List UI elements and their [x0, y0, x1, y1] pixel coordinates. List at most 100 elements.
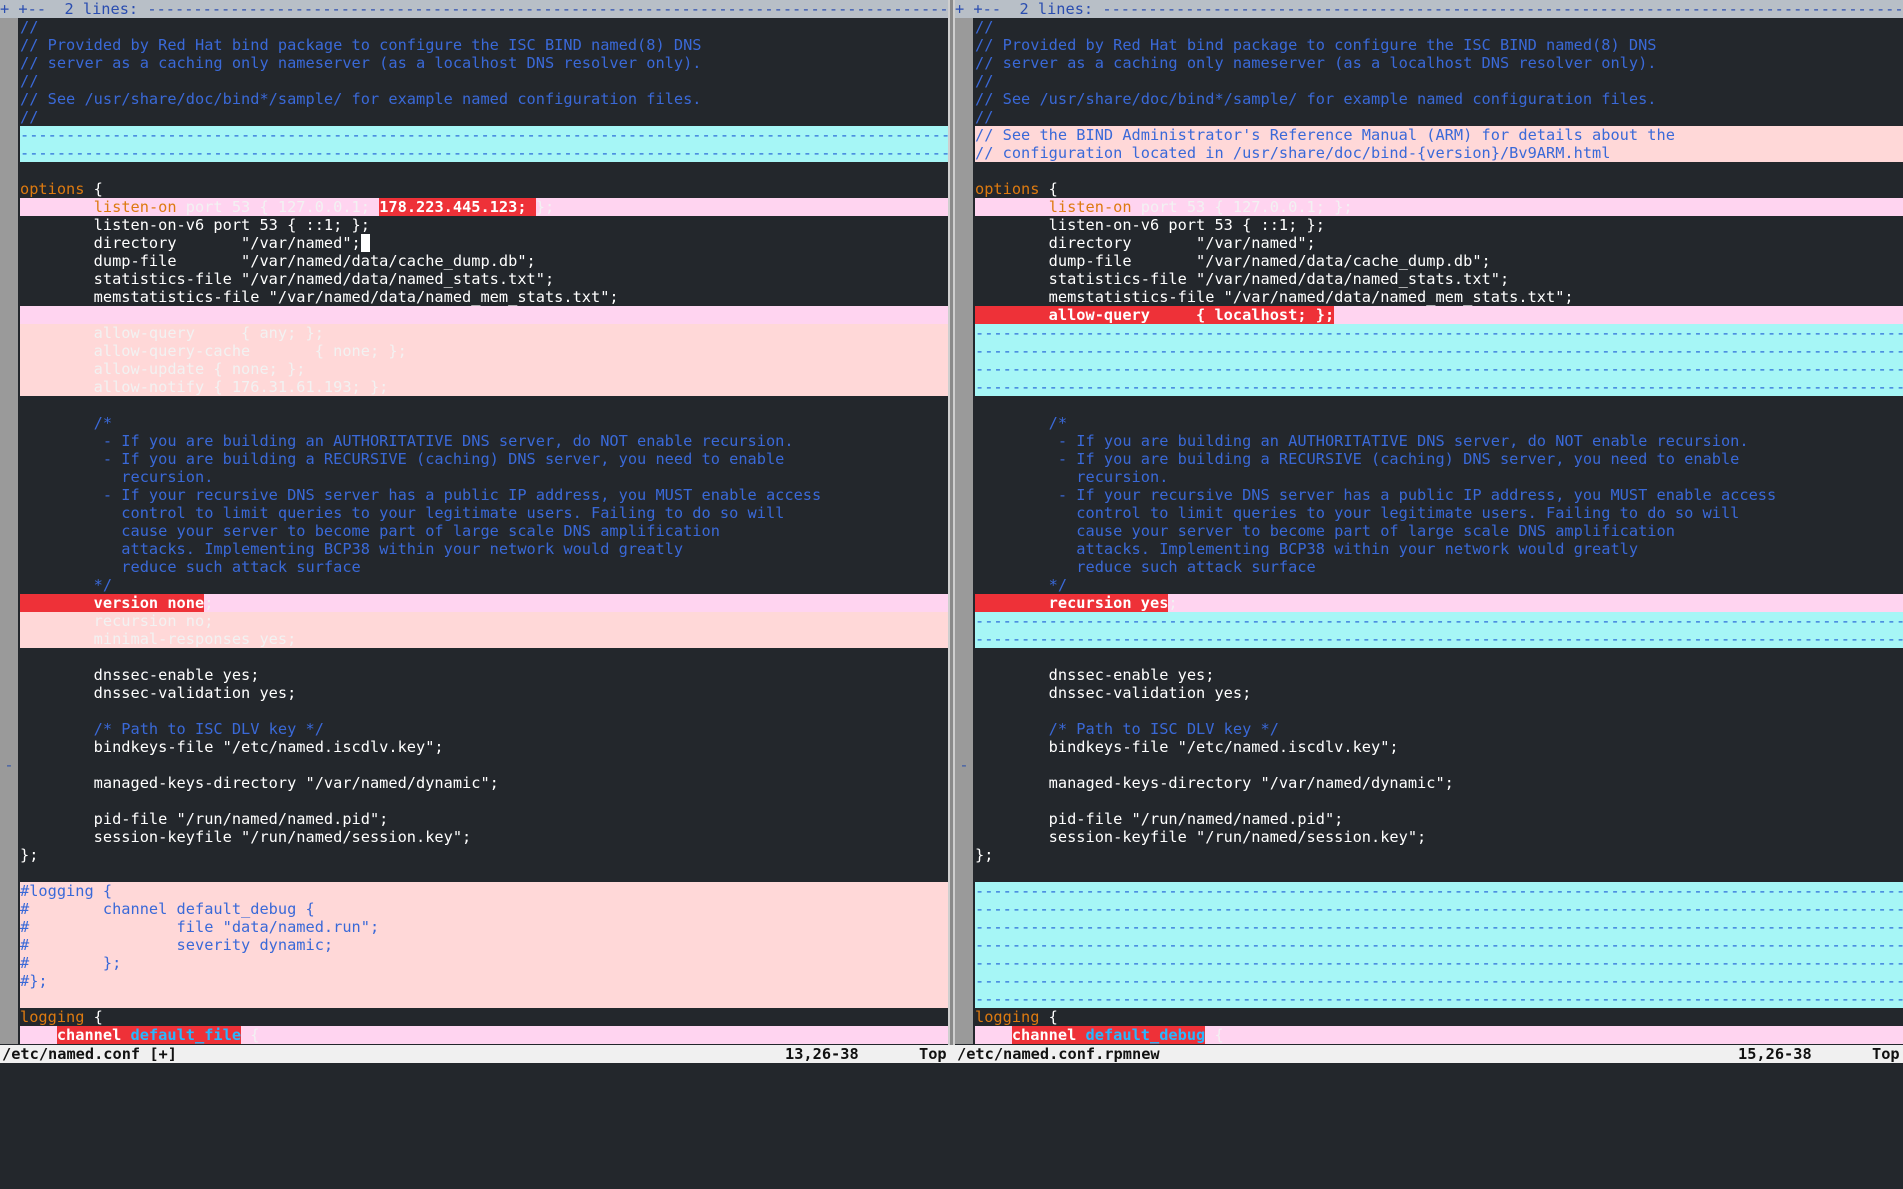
right-line[interactable]: cause your server to become part of larg… — [955, 522, 1903, 540]
right-line[interactable]: ----------------------------------------… — [955, 990, 1903, 1008]
right-line[interactable]: // — [955, 108, 1903, 126]
right-line[interactable]: reduce such attack surface — [955, 558, 1903, 576]
right-line[interactable]: ----------------------------------------… — [955, 882, 1903, 900]
right-line[interactable]: - If you are building an AUTHORITATIVE D… — [955, 432, 1903, 450]
right-line[interactable]: // configuration located in /usr/share/d… — [955, 144, 1903, 162]
right-line[interactable]: ----------------------------------------… — [955, 342, 1903, 360]
left-line[interactable]: dump-file "/var/named/data/cache_dump.db… — [0, 252, 948, 270]
left-line[interactable]: minimal-responses yes; — [0, 630, 948, 648]
left-line[interactable]: - If you are building a RECURSIVE (cachi… — [0, 450, 948, 468]
left-line[interactable]: // — [0, 72, 948, 90]
left-line[interactable] — [0, 648, 948, 666]
right-line[interactable]: ----------------------------------------… — [955, 360, 1903, 378]
left-line[interactable]: allow-query { any; }; — [0, 324, 948, 342]
left-line[interactable]: + +-- 2 lines: -------------------------… — [0, 0, 948, 18]
left-line[interactable] — [0, 162, 948, 180]
left-line[interactable]: /* — [0, 414, 948, 432]
right-line[interactable]: - — [955, 756, 1903, 774]
right-line[interactable]: dnssec-enable yes; — [955, 666, 1903, 684]
right-line[interactable] — [955, 396, 1903, 414]
right-line[interactable]: dnssec-validation yes; — [955, 684, 1903, 702]
left-line[interactable]: dnssec-validation yes; — [0, 684, 948, 702]
right-line[interactable]: - If your recursive DNS server has a pub… — [955, 486, 1903, 504]
left-line[interactable]: session-keyfile "/run/named/session.key"… — [0, 828, 948, 846]
left-line[interactable] — [0, 864, 948, 882]
left-line[interactable]: memstatistics-file "/var/named/data/name… — [0, 288, 948, 306]
left-line[interactable]: channel default_file { — [0, 1026, 948, 1044]
right-line[interactable] — [955, 792, 1903, 810]
right-line[interactable]: /* — [955, 414, 1903, 432]
left-line[interactable]: control to limit queries to your legitim… — [0, 504, 948, 522]
left-line[interactable] — [0, 306, 948, 324]
right-line[interactable]: ----------------------------------------… — [955, 630, 1903, 648]
left-line[interactable]: // Provided by Red Hat bind package to c… — [0, 36, 948, 54]
right-line[interactable] — [955, 648, 1903, 666]
right-line[interactable]: ----------------------------------------… — [955, 900, 1903, 918]
left-line[interactable]: #logging { — [0, 882, 948, 900]
right-line[interactable] — [955, 702, 1903, 720]
right-line[interactable]: dump-file "/var/named/data/cache_dump.db… — [955, 252, 1903, 270]
right-line[interactable]: listen-on port 53 { 127.0.0.1; }; — [955, 198, 1903, 216]
right-line[interactable]: control to limit queries to your legitim… — [955, 504, 1903, 522]
left-line[interactable]: - If your recursive DNS server has a pub… — [0, 486, 948, 504]
left-line[interactable]: allow-update { none; }; — [0, 360, 948, 378]
left-line[interactable]: }; — [0, 846, 948, 864]
right-line[interactable]: channel default_debug { — [955, 1026, 1903, 1044]
left-line[interactable]: - If you are building an AUTHORITATIVE D… — [0, 432, 948, 450]
left-line[interactable] — [0, 792, 948, 810]
left-line[interactable]: ----------------------------------------… — [0, 126, 948, 144]
right-line[interactable]: bindkeys-file "/etc/named.iscdlv.key"; — [955, 738, 1903, 756]
right-line[interactable]: directory "/var/named"; — [955, 234, 1903, 252]
left-line[interactable]: listen-on-v6 port 53 { ::1; }; — [0, 216, 948, 234]
vertical-split-divider[interactable] — [948, 0, 955, 1045]
right-line[interactable]: // server as a caching only nameserver (… — [955, 54, 1903, 72]
left-line[interactable]: managed-keys-directory "/var/named/dynam… — [0, 774, 948, 792]
left-line[interactable]: ----------------------------------------… — [0, 144, 948, 162]
right-line[interactable]: recursion yes; — [955, 594, 1903, 612]
left-line[interactable]: #}; — [0, 972, 948, 990]
right-diff-pane[interactable]: + +-- 2 lines: -------------------------… — [955, 0, 1903, 1045]
right-line[interactable]: statistics-file "/var/named/data/named_s… — [955, 270, 1903, 288]
right-line[interactable]: - If you are building a RECURSIVE (cachi… — [955, 450, 1903, 468]
left-line[interactable]: recursion. — [0, 468, 948, 486]
right-line[interactable]: // — [955, 18, 1903, 36]
right-line[interactable]: pid-file "/run/named/named.pid"; — [955, 810, 1903, 828]
left-line[interactable]: reduce such attack surface — [0, 558, 948, 576]
left-line[interactable]: bindkeys-file "/etc/named.iscdlv.key"; — [0, 738, 948, 756]
right-line[interactable] — [955, 162, 1903, 180]
right-line[interactable]: */ — [955, 576, 1903, 594]
left-line[interactable] — [0, 702, 948, 720]
left-line[interactable]: recursion no; — [0, 612, 948, 630]
right-line[interactable]: listen-on-v6 port 53 { ::1; }; — [955, 216, 1903, 234]
left-line[interactable]: cause your server to become part of larg… — [0, 522, 948, 540]
right-line[interactable]: + +-- 2 lines: -------------------------… — [955, 0, 1903, 18]
left-line[interactable]: - — [0, 756, 948, 774]
right-line[interactable]: // See /usr/share/doc/bind*/sample/ for … — [955, 90, 1903, 108]
left-line[interactable] — [0, 990, 948, 1008]
left-line[interactable]: # file "data/named.run"; — [0, 918, 948, 936]
right-line[interactable]: ----------------------------------------… — [955, 954, 1903, 972]
right-line[interactable]: attacks. Implementing BCP38 within your … — [955, 540, 1903, 558]
right-line[interactable]: ----------------------------------------… — [955, 612, 1903, 630]
left-line[interactable]: attacks. Implementing BCP38 within your … — [0, 540, 948, 558]
right-line[interactable]: ----------------------------------------… — [955, 918, 1903, 936]
left-line[interactable]: // server as a caching only nameserver (… — [0, 54, 948, 72]
left-line[interactable]: dnssec-enable yes; — [0, 666, 948, 684]
left-line[interactable]: # severity dynamic; — [0, 936, 948, 954]
right-line[interactable]: ----------------------------------------… — [955, 972, 1903, 990]
right-line[interactable]: managed-keys-directory "/var/named/dynam… — [955, 774, 1903, 792]
left-line[interactable]: /* Path to ISC DLV key */ — [0, 720, 948, 738]
right-line[interactable]: memstatistics-file "/var/named/data/name… — [955, 288, 1903, 306]
left-line[interactable]: directory "/var/named"; — [0, 234, 948, 252]
left-line[interactable]: options { — [0, 180, 948, 198]
left-line[interactable]: # channel default_debug { — [0, 900, 948, 918]
right-line[interactable]: ----------------------------------------… — [955, 324, 1903, 342]
right-line[interactable]: recursion. — [955, 468, 1903, 486]
left-line[interactable]: allow-query-cache { none; }; — [0, 342, 948, 360]
left-line[interactable]: version none; — [0, 594, 948, 612]
right-line[interactable]: options { — [955, 180, 1903, 198]
right-line[interactable]: session-keyfile "/run/named/session.key"… — [955, 828, 1903, 846]
left-line[interactable]: logging { — [0, 1008, 948, 1026]
left-line[interactable]: // — [0, 18, 948, 36]
left-diff-pane[interactable]: + +-- 2 lines: -------------------------… — [0, 0, 948, 1045]
